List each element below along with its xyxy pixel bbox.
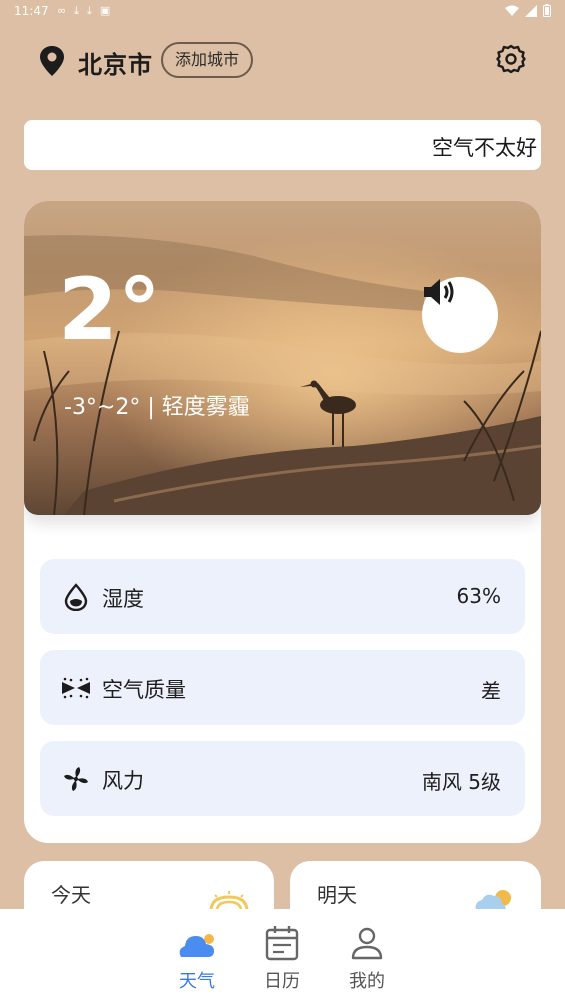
- infinity-icon: ∞: [57, 4, 67, 17]
- nav-label-calendar: 日历: [264, 971, 300, 992]
- nav-tab-weather[interactable]: 天气: [167, 925, 227, 993]
- temperature-range-condition: -3°~2° | 轻度雾霾: [64, 395, 250, 420]
- profile-icon: [351, 927, 383, 960]
- air-quality-label: 空气质量: [102, 678, 186, 702]
- humidity-label: 湿度: [102, 587, 144, 611]
- wifi-icon: [505, 5, 519, 16]
- system-icons: [505, 4, 551, 17]
- current-temperature: 2°: [58, 260, 161, 360]
- sunny-icon: [209, 891, 249, 911]
- weather-hero-image: 2° -3°~2° | 轻度雾霾: [24, 201, 541, 515]
- add-city-button[interactable]: 添加城市: [161, 42, 254, 78]
- status-bar: 11:47 ∞ ⤓ ⤓ ▣: [0, 0, 565, 24]
- location-pin-icon: [40, 46, 64, 76]
- humidity-value: 63%: [456, 584, 501, 608]
- humidity-drop-icon: [64, 583, 88, 611]
- today-label: 今天: [51, 883, 91, 907]
- wind-fan-icon: [64, 767, 88, 791]
- download-icon: ⤓: [87, 4, 92, 17]
- nav-label-profile: 我的: [349, 971, 385, 992]
- air-alert-banner: 空气不太好: [24, 120, 541, 170]
- banner-text: 空气不太好: [432, 136, 537, 160]
- signal-icon: [525, 4, 537, 17]
- app-notification-icon: ▣: [99, 4, 111, 17]
- weather-card: 2° -3°~2° | 轻度雾霾 湿度 63% 空气质量 差 风力 南风 5级: [24, 201, 541, 843]
- air-quality-value: 差: [481, 679, 501, 703]
- speaker-icon: [424, 279, 454, 305]
- tomorrow-label: 明天: [317, 883, 357, 907]
- city-name[interactable]: 北京市: [78, 45, 153, 80]
- nav-tab-calendar[interactable]: 日历: [252, 925, 312, 993]
- battery-icon: [543, 4, 551, 17]
- nav-label-weather: 天气: [179, 971, 215, 992]
- speaker-button[interactable]: [422, 277, 498, 353]
- gear-icon[interactable]: [495, 43, 527, 75]
- wind-row: 风力 南风 5级: [40, 741, 525, 816]
- wind-label: 风力: [102, 769, 144, 793]
- humidity-row: 湿度 63%: [40, 559, 525, 634]
- download-icon: ⤓: [74, 4, 80, 17]
- notification-icons: ∞ ⤓ ⤓ ▣: [57, 4, 110, 18]
- air-quality-icon: [62, 677, 90, 699]
- cloud-icon: [179, 934, 214, 957]
- nav-tab-profile[interactable]: 我的: [337, 925, 397, 993]
- header: 北京市 添加城市: [0, 40, 565, 82]
- calendar-icon: [265, 926, 299, 961]
- partly-cloudy-icon: [475, 890, 511, 910]
- status-time: 11:47: [14, 4, 49, 18]
- air-quality-row: 空气质量 差: [40, 650, 525, 725]
- bottom-navigation: 天气 日历 我的: [0, 909, 565, 1004]
- wind-value: 南风 5级: [421, 770, 501, 794]
